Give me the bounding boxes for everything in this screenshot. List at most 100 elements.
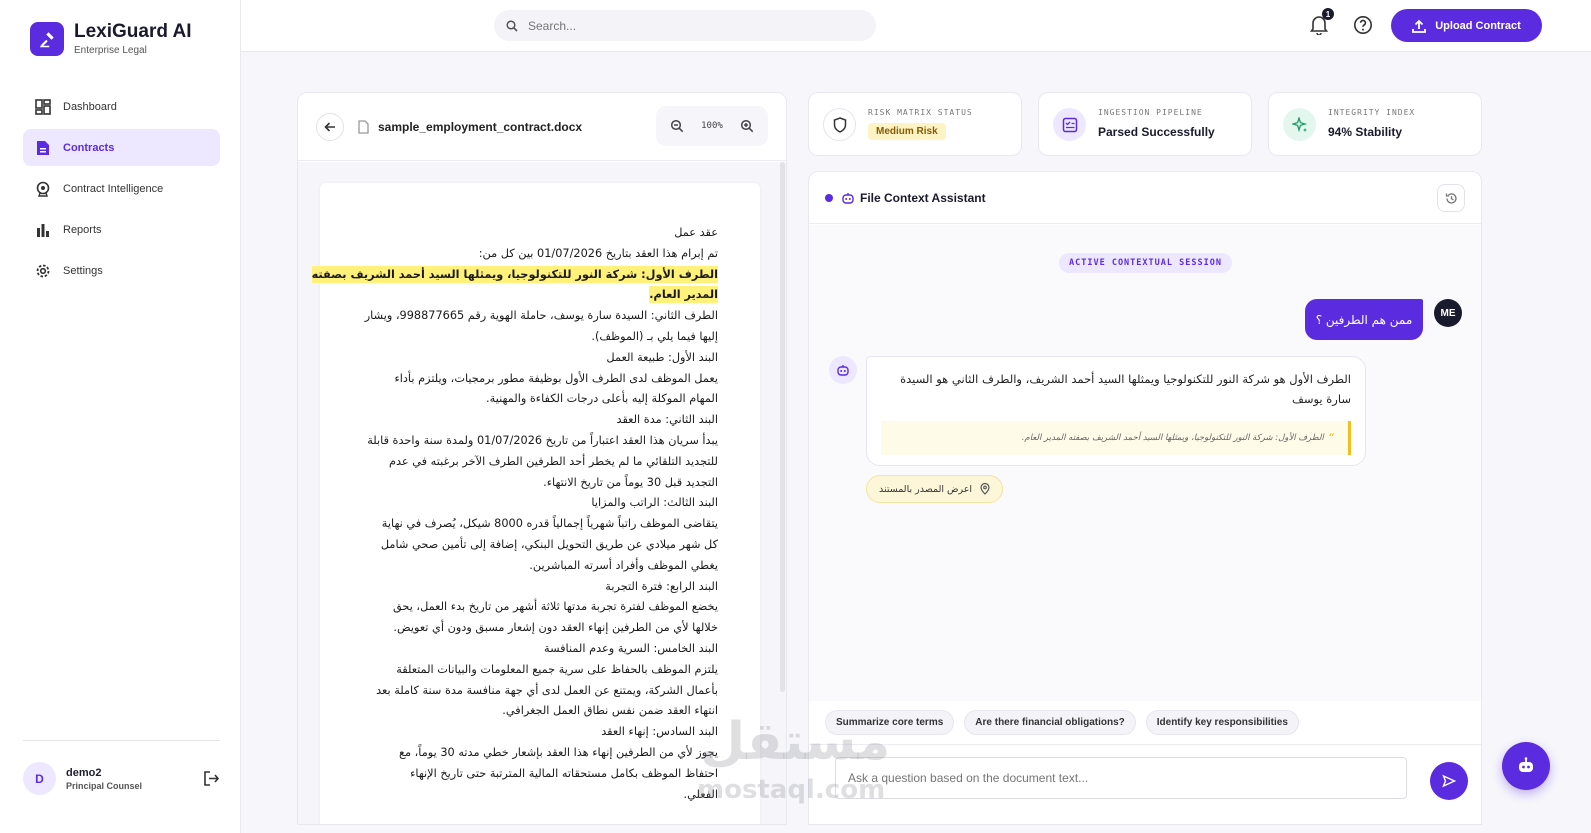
chat-bot-fab[interactable] [1502,742,1550,790]
doc-line: البند الأول: طبيعة العمل [606,350,718,364]
doc-line: خلالها لأي من الطرفين إنهاء العقد دون إش… [393,621,718,635]
logout-icon[interactable] [203,770,220,787]
user-avatar: ME [1434,299,1462,327]
highlighted-clause: المدير العام. [649,286,718,304]
checklist-icon [1053,108,1086,141]
doc-line: يعمل الموظف لدى الطرف الأول بوظيفة مطور … [394,371,718,385]
file-icon [358,120,369,134]
sidebar-item-label: Contracts [63,141,115,154]
doc-line: الطرف الثاني: السيدة سارة يوسف، حاملة ال… [364,309,718,323]
doc-line: يتقاضى الموظف راتباً شهرياً إجمالياً قدر… [381,517,718,531]
assistant-message-text: الطرف الأول هو شركة النور للتكنولوجيا وي… [900,372,1351,406]
sidebar-item-label: Reports [63,223,102,236]
doc-line: إليها فيما يلي بـ (الموظف). [591,329,718,343]
bar-chart-icon [35,222,51,238]
sidebar-item-label: Contract Intelligence [63,182,164,195]
user-name: demo2 [66,766,102,779]
integrity-index-card: INTEGRITY INDEX 94% Stability [1268,92,1482,156]
risk-status-card: RISK MATRIX STATUS Medium Risk [808,92,1022,156]
doc-line: تم إبرام هذا العقد بتاريخ 01/07/2026 بين… [478,246,718,260]
view-source-label: اعرض المصدر بالمستند [879,483,973,495]
source-quote: “ الطرف الأول: شركة النور للتكنولوجيا، و… [881,421,1351,455]
suggestion-chip[interactable]: Are there financial obligations? [964,710,1136,735]
assistant-title: File Context Assistant [860,191,986,205]
watermark-url: mostaql.com [697,775,886,805]
location-pin-icon [980,483,990,495]
file-context-assistant: File Context Assistant ACTIVE CONTEXTUAL… [808,171,1482,825]
suggestion-chip[interactable]: Identify key responsibilities [1145,710,1299,735]
zoom-in-icon[interactable] [740,119,754,133]
doc-line: عقد عمل [674,226,718,239]
document-header: sample_employment_contract.docx 100% [298,93,786,161]
sidebar-item-contracts[interactable]: Contracts [23,129,220,166]
sparkle-icon [1283,108,1316,141]
shield-icon [823,108,856,141]
gavel-logo-icon [30,21,64,56]
brand[interactable]: LexiGuard AI Enterprise Legal [30,21,192,56]
zoom-level: 100% [701,121,723,131]
bot-avatar-icon [829,356,857,384]
doc-line: التجديد قبل 30 يوماً من تاريخ الانتهاء. [543,475,718,489]
search-input[interactable] [528,18,848,33]
doc-line: يغطي الموظف وأفراد أسرته المباشرين. [529,558,718,572]
suggestion-chips: Summarize core terms Are there financial… [825,710,1299,735]
send-button[interactable] [1430,762,1468,800]
view-source-button[interactable]: اعرض المصدر بالمستند [866,475,1004,503]
doc-line: انتهاء العقد ضمن نفس نطاق العمل الجغرافي… [502,704,718,718]
back-button[interactable] [316,113,344,141]
doc-line: للتجديد التلقائي ما لم يخطر أحد الطرفين … [389,454,718,468]
stat-label: INTEGRITY INDEX [1328,108,1416,117]
notifications-button[interactable]: 1 [1310,8,1334,35]
sidebar-item-reports[interactable]: Reports [23,211,220,248]
doc-line: يلتزم الموظف بالحفاظ على سرية جميع المعل… [396,662,718,676]
user-role: Principal Counsel [66,780,143,791]
zoom-control: 100% [656,106,768,146]
highlighted-clause: الطرف الأول: شركة النور للتكنولوجيا، ويم… [311,265,718,283]
doc-line: احتفاظ الموظف بكامل مستحقاته المالية الم… [410,766,718,780]
sidebar-item-settings[interactable]: Settings [23,252,220,289]
top-bar: 1 Upload Contract [241,0,1591,52]
history-button[interactable] [1437,184,1465,212]
sidebar-item-contract-intelligence[interactable]: Contract Intelligence [23,170,220,207]
user-message: ممن هم الطرفين ؟ [1305,299,1423,340]
source-quote-text: الطرف الأول: شركة النور للتكنولوجيا، ويم… [1021,433,1324,443]
assistant-header: File Context Assistant [809,172,1481,224]
upload-icon [1412,19,1427,33]
avatar: D [23,762,56,795]
help-button[interactable] [1353,15,1373,35]
stat-value: 94% Stability [1328,125,1403,139]
user-profile[interactable]: D demo2 Principal Counsel [23,762,220,795]
upload-contract-button[interactable]: Upload Contract [1391,9,1542,42]
stat-label: RISK MATRIX STATUS [868,108,973,117]
arrow-left-icon [324,121,336,133]
brand-title: LexiGuard AI [74,21,192,42]
quote-mark-icon: “ [1327,431,1334,445]
scrollbar[interactable] [780,162,785,692]
gear-icon [35,263,51,279]
assistant-message: الطرف الأول هو شركة النور للتكنولوجيا وي… [866,356,1366,466]
send-icon [1442,774,1456,788]
doc-line: بأعمال الشركة، ويمتنع عن العمل لدى أي جه… [376,683,718,697]
sidebar-nav: Dashboard Contracts Contract Intelligenc… [23,88,220,293]
doc-line: يخضع الموظف لفترة تجربة مدتها ثلاثة أشهر… [392,600,718,614]
zoom-out-icon[interactable] [670,119,684,133]
status-dot [825,194,833,202]
sidebar: LexiGuard AI Enterprise Legal Dashboard … [0,0,241,833]
robot-icon [841,191,855,205]
stat-value: Parsed Successfully [1098,125,1215,139]
history-icon [1445,192,1458,205]
watermark: مستقل [700,712,891,772]
doc-line: البند الثاني: مدة العقد [616,413,718,427]
notification-badge: 1 [1322,8,1334,20]
chat-area[interactable]: ACTIVE CONTEXTUAL SESSION ممن هم الطرفين… [809,225,1481,701]
robot-icon [1516,756,1536,776]
doc-line: البند الرابع: فترة التجربة [605,579,718,593]
search-box[interactable] [494,10,876,41]
sidebar-item-dashboard[interactable]: Dashboard [23,88,220,125]
stat-label: INGESTION PIPELINE [1098,108,1203,117]
help-icon [1353,15,1373,35]
dashboard-icon [35,98,51,115]
doc-line: يبدأ سريان هذا العقد اعتباراً من تاريخ 0… [367,433,718,447]
question-input[interactable] [835,757,1407,799]
document-page: عقد عمل تم إبرام هذا العقد بتاريخ 01/07/… [311,183,760,824]
